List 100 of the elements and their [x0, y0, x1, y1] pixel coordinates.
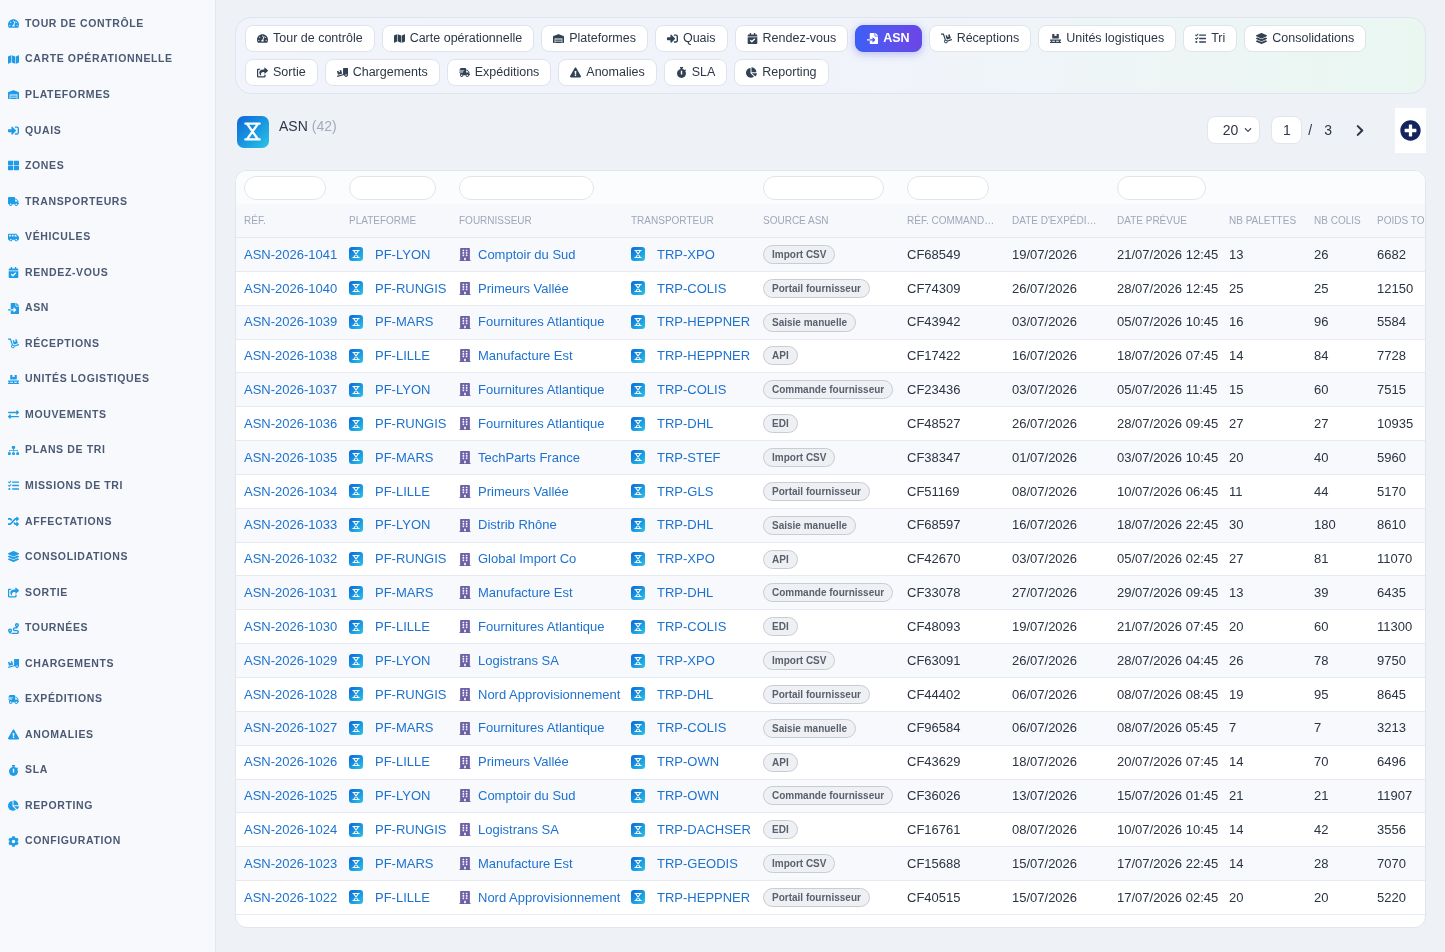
sidebar-item[interactable]: MISSIONS DE TRI — [0, 468, 215, 504]
tab[interactable]: Tri — [1183, 25, 1238, 52]
platform-link[interactable]: PF-RUNGIS — [375, 820, 447, 840]
supplier-link[interactable]: Nord Approvisionnement — [478, 887, 621, 908]
carrier-link[interactable]: TRP-GLS — [657, 481, 714, 502]
platform-link[interactable]: PF-MARS — [375, 583, 434, 603]
asn-link[interactable]: ASN-2026-1033 — [244, 515, 338, 535]
platform-link[interactable]: PF-LYON — [375, 650, 431, 671]
platform-link[interactable]: PF-LYON — [375, 244, 431, 265]
platform-link[interactable]: PF-LYON — [375, 786, 431, 806]
platform-link[interactable]: PF-LILLE — [375, 346, 430, 366]
asn-link[interactable]: ASN-2026-1037 — [244, 380, 338, 400]
supplier-link[interactable]: Nord Approvisionnement — [478, 684, 621, 705]
tab[interactable]: SLA — [663, 59, 728, 86]
supplier-link[interactable]: Fournitures Atlantique — [478, 413, 605, 434]
sidebar-item[interactable]: RENDEZ-VOUS — [0, 254, 215, 291]
filter-input[interactable] — [244, 175, 326, 200]
sidebar-item[interactable]: RÉCEPTIONS — [0, 325, 215, 362]
carrier-link[interactable]: TRP-COLIS — [657, 616, 727, 637]
asn-link[interactable]: ASN-2026-1028 — [244, 684, 338, 705]
tab[interactable]: Reporting — [734, 59, 829, 86]
supplier-link[interactable]: Comptoir du Sud — [478, 244, 576, 265]
supplier-link[interactable]: TechParts France — [478, 447, 580, 468]
tab[interactable]: Quais — [654, 25, 728, 52]
page-input[interactable]: 1 — [1271, 116, 1303, 144]
sidebar-item[interactable]: CHARGEMENTS — [0, 645, 215, 682]
carrier-link[interactable]: TRP-COLIS — [657, 718, 727, 738]
tab[interactable]: Unités logistiques — [1038, 25, 1177, 52]
sidebar-item[interactable]: CONSOLIDATIONS — [0, 539, 215, 575]
carrier-link[interactable]: TRP-HEPPNER — [657, 346, 751, 366]
asn-link[interactable]: ASN-2026-1023 — [244, 853, 338, 874]
supplier-link[interactable]: Logistrans SA — [478, 650, 559, 671]
sidebar-item[interactable]: CONFIGURATION — [0, 823, 215, 860]
platform-link[interactable]: PF-RUNGIS — [375, 549, 447, 569]
asn-link[interactable]: ASN-2026-1032 — [244, 549, 338, 569]
platform-link[interactable]: PF-LILLE — [375, 887, 430, 908]
asn-link[interactable]: ASN-2026-1035 — [244, 447, 338, 468]
filter-input[interactable] — [349, 175, 436, 200]
supplier-link[interactable]: Fournitures Atlantique — [478, 312, 605, 332]
supplier-link[interactable]: Primeurs Vallée — [478, 752, 569, 772]
carrier-link[interactable]: TRP-OWN — [657, 752, 720, 772]
tab[interactable]: Plateformes — [541, 25, 648, 52]
sidebar-item[interactable]: REPORTING — [0, 788, 215, 824]
asn-link[interactable]: ASN-2026-1034 — [244, 481, 338, 502]
next-page-button[interactable] — [1354, 123, 1366, 137]
sidebar-item[interactable]: TOURNÉES — [0, 610, 215, 646]
carrier-link[interactable]: TRP-DHL — [657, 583, 714, 603]
platform-link[interactable]: PF-LILLE — [375, 616, 430, 637]
carrier-link[interactable]: TRP-COLIS — [657, 380, 727, 400]
tab[interactable]: Carte opérationnelle — [381, 25, 535, 52]
tab[interactable]: Sortie — [245, 59, 318, 86]
sidebar-item[interactable]: AFFECTATIONS — [0, 503, 215, 540]
supplier-link[interactable]: Fournitures Atlantique — [478, 380, 605, 400]
asn-link[interactable]: ASN-2026-1029 — [244, 650, 338, 671]
platform-link[interactable]: PF-MARS — [375, 312, 434, 332]
tab[interactable]: Expéditions — [446, 59, 552, 86]
carrier-link[interactable]: TRP-XPO — [657, 244, 715, 265]
platform-link[interactable]: PF-RUNGIS — [375, 278, 447, 298]
supplier-link[interactable]: Global Import Co — [478, 549, 577, 569]
carrier-link[interactable]: TRP-DACHSER — [657, 820, 751, 840]
supplier-link[interactable]: Manufacture Est — [478, 583, 573, 603]
platform-link[interactable]: PF-LILLE — [375, 481, 430, 502]
platform-link[interactable]: PF-RUNGIS — [375, 413, 447, 434]
filter-input[interactable] — [1117, 175, 1206, 200]
supplier-link[interactable]: Primeurs Vallée — [478, 481, 569, 502]
sidebar-item[interactable]: CARTE OPÉRATIONNELLE — [0, 41, 215, 78]
asn-link[interactable]: ASN-2026-1040 — [244, 278, 338, 298]
carrier-link[interactable]: TRP-HEPPNER — [657, 887, 751, 908]
supplier-link[interactable]: Manufacture Est — [478, 853, 573, 874]
sidebar-item[interactable]: MOUVEMENTS — [0, 397, 215, 433]
carrier-link[interactable]: TRP-COLIS — [657, 278, 727, 298]
carrier-link[interactable]: TRP-HEPPNER — [657, 312, 751, 332]
carrier-link[interactable]: TRP-DHL — [657, 413, 714, 434]
platform-link[interactable]: PF-MARS — [375, 718, 434, 738]
filter-input[interactable] — [459, 175, 594, 200]
carrier-link[interactable]: TRP-DHL — [657, 684, 714, 705]
sidebar-item[interactable]: TOUR DE CONTRÔLE — [0, 6, 215, 42]
supplier-link[interactable]: Comptoir du Sud — [478, 786, 576, 806]
sidebar-item[interactable]: PLANS DE TRI — [0, 432, 215, 469]
sidebar-item[interactable]: EXPÉDITIONS — [0, 681, 215, 717]
platform-link[interactable]: PF-LYON — [375, 515, 431, 535]
asn-link[interactable]: ASN-2026-1026 — [244, 752, 338, 772]
sidebar-item[interactable]: ASN — [0, 290, 215, 326]
sidebar-item[interactable]: QUAIS — [0, 112, 215, 149]
carrier-link[interactable]: TRP-DHL — [657, 515, 714, 535]
asn-link[interactable]: ASN-2026-1036 — [244, 413, 338, 434]
sidebar-item[interactable]: TRANSPORTEURS — [0, 183, 215, 220]
carrier-link[interactable]: TRP-XPO — [657, 650, 715, 671]
tab[interactable]: Chargements — [324, 59, 440, 86]
sidebar-item[interactable]: VÉHICULES — [0, 219, 215, 255]
supplier-link[interactable]: Fournitures Atlantique — [478, 718, 605, 738]
platform-link[interactable]: PF-LYON — [375, 380, 431, 400]
tab[interactable]: ASN — [855, 25, 922, 52]
page-size-select[interactable]: 20 — [1207, 116, 1261, 144]
supplier-link[interactable]: Distrib Rhône — [478, 515, 557, 535]
asn-link[interactable]: ASN-2026-1041 — [244, 244, 338, 265]
filter-input[interactable] — [763, 175, 884, 200]
asn-link[interactable]: ASN-2026-1022 — [244, 887, 338, 908]
supplier-link[interactable]: Fournitures Atlantique — [478, 616, 605, 637]
asn-link[interactable]: ASN-2026-1025 — [244, 786, 338, 806]
